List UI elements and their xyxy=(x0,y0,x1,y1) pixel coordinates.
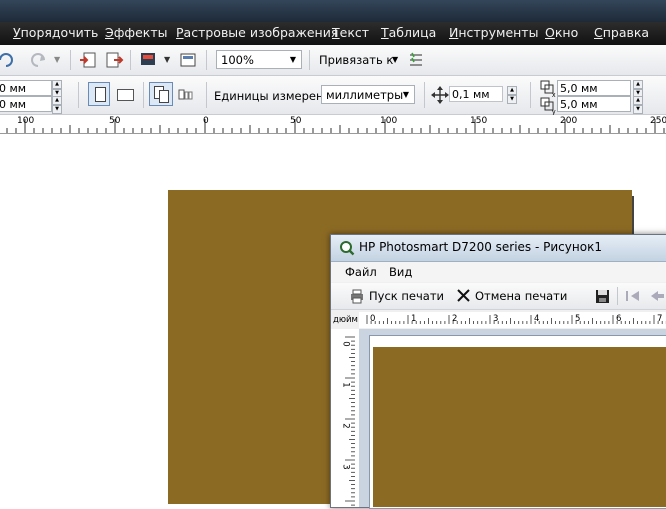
menu-effects[interactable]: Эффекты xyxy=(105,25,168,40)
portrait-orientation-button[interactable] xyxy=(88,82,110,106)
ruler-label: 200 xyxy=(560,116,578,126)
preview-ruler-label: 2 xyxy=(452,314,458,324)
portrait-icon xyxy=(95,87,106,102)
preview-ruler-label: 7 xyxy=(657,314,663,324)
export-icon[interactable] xyxy=(104,50,124,70)
preview-ruler-label: 0 xyxy=(370,314,376,324)
preview-ruler-label: 3 xyxy=(493,314,499,324)
nudge-distance-icon xyxy=(431,86,449,104)
current-page-icon[interactable] xyxy=(177,85,197,105)
separator xyxy=(143,82,144,108)
duplicate-y-icon: y xyxy=(540,97,556,115)
zoom-level-value: 100% xyxy=(221,53,254,67)
object-height-field[interactable]: 0 мм xyxy=(0,96,52,112)
preview-horizontal-ruler: 0 1 2 3 4 5 6 7 xyxy=(359,312,666,328)
preview-menu-view[interactable]: Вид xyxy=(389,265,412,279)
menu-tools[interactable]: Инструменты xyxy=(449,25,538,40)
preview-ruler-label: 4 xyxy=(534,314,540,324)
preview-ruler-label: 6 xyxy=(616,314,622,324)
preview-ruler-label: 1 xyxy=(411,314,417,324)
ruler-label: 100 xyxy=(380,116,398,126)
menu-text[interactable]: Текст xyxy=(332,25,369,40)
preview-ruler-ticks xyxy=(345,336,355,506)
save-icon[interactable] xyxy=(595,289,610,304)
ruler-label: 50 xyxy=(109,116,121,126)
ruler-label: 0 xyxy=(203,116,209,126)
all-pages-button[interactable] xyxy=(149,82,173,106)
page-icon xyxy=(159,90,169,103)
units-select[interactable]: миллиметры ▼ xyxy=(321,85,415,104)
units-value: миллиметры xyxy=(326,88,404,102)
separator xyxy=(309,50,310,70)
separator xyxy=(70,50,71,70)
options-icon[interactable] xyxy=(406,50,426,70)
height-spin-buttons[interactable]: ▲ ▼ xyxy=(52,96,62,114)
property-bar: 0 мм ▲ ▼ 0 мм ▲ ▼ Единицы измерения: милли… xyxy=(0,76,666,115)
nudge-distance-field[interactable]: 0,1 мм xyxy=(449,86,503,102)
undo-icon[interactable] xyxy=(0,50,16,70)
preview-ruler-unit: дюйм xyxy=(333,315,358,325)
standard-toolbar: ▼ ▼ 100% ▼ Привязать к ▼ xyxy=(0,45,666,76)
printer-icon xyxy=(351,289,363,304)
snap-dropdown-icon[interactable]: ▼ xyxy=(392,55,398,64)
preview-window-title: HP Photosmart D7200 series - Рисунок1 xyxy=(359,240,602,254)
preview-ruler-label: 2 xyxy=(340,423,351,429)
close-icon xyxy=(457,289,470,302)
separator xyxy=(130,50,131,70)
preview-vertical-ruler: 0 1 2 3 xyxy=(331,329,359,507)
import-icon[interactable] xyxy=(78,50,98,70)
duplicate-y-spin-buttons[interactable]: ▲ ▼ xyxy=(633,96,643,114)
print-preview-icon xyxy=(340,241,355,256)
menu-bitmaps[interactable]: Растровые изображения xyxy=(176,25,338,40)
window-top-strip xyxy=(0,0,666,22)
preview-ruler-label: 5 xyxy=(575,314,581,324)
separator xyxy=(530,82,531,108)
preview-ruler-label: 0 xyxy=(340,341,351,347)
previous-page-icon[interactable] xyxy=(649,289,665,303)
chevron-down-icon: ▼ xyxy=(402,90,410,99)
preview-menu-bar: Файл Вид xyxy=(331,262,666,282)
width-spin-buttons[interactable]: ▲ ▼ xyxy=(52,80,62,98)
first-page-icon[interactable] xyxy=(625,289,641,303)
object-width-field[interactable]: 0 мм xyxy=(0,80,52,96)
separator xyxy=(78,82,79,108)
menu-window[interactable]: Окно xyxy=(545,25,578,40)
launcher-dropdown-icon[interactable]: ▼ xyxy=(164,55,170,64)
preview-toolbar: Пуск печати Отмена печати xyxy=(331,283,666,310)
preview-ruler-label: 1 xyxy=(340,382,351,388)
start-print-button[interactable]: Пуск печати xyxy=(369,289,444,303)
snap-to-button[interactable]: Привязать к xyxy=(319,53,393,67)
ruler-label: 50 xyxy=(290,116,302,126)
zoom-level-select[interactable]: 100% ▼ xyxy=(216,50,302,69)
menu-arrange[interactable]: Упорядочить xyxy=(13,25,98,40)
preview-title-bar[interactable]: HP Photosmart D7200 series - Рисунок1 xyxy=(331,235,666,262)
application-launcher-icon[interactable] xyxy=(138,50,158,70)
duplicate-x-field[interactable]: 5,0 мм xyxy=(557,80,631,96)
duplicate-x-spin-buttons[interactable]: ▲ ▼ xyxy=(633,80,643,98)
print-preview-window[interactable]: HP Photosmart D7200 series - Рисунок1 Фа… xyxy=(330,234,666,509)
preview-printed-rectangle[interactable] xyxy=(373,347,666,507)
redo-icon[interactable] xyxy=(28,50,48,70)
menu-help[interactable]: Справка xyxy=(594,25,649,40)
menu-bar: Упорядочить Эффекты Растровые изображени… xyxy=(0,22,666,45)
menu-table[interactable]: Таблица xyxy=(381,25,436,40)
separator xyxy=(206,82,207,108)
chevron-down-icon: ▼ xyxy=(289,55,297,64)
separator xyxy=(424,82,425,108)
horizontal-ruler[interactable]: 100 50 0 50 100 150 200 250 xyxy=(0,115,666,134)
ruler-label: 100 xyxy=(17,116,35,126)
cancel-print-button[interactable]: Отмена печати xyxy=(475,289,567,303)
duplicate-y-field[interactable]: 5,0 мм xyxy=(557,96,631,112)
preview-menu-file[interactable]: Файл xyxy=(345,265,377,279)
preview-ruler-label: 3 xyxy=(340,464,351,470)
ruler-label: 150 xyxy=(470,116,488,126)
separator xyxy=(206,50,207,70)
redo-dropdown-icon[interactable]: ▼ xyxy=(54,55,60,64)
separator xyxy=(617,287,618,305)
landscape-orientation-button[interactable] xyxy=(117,89,134,101)
nudge-spin-buttons[interactable]: ▲ ▼ xyxy=(507,86,517,104)
ruler-label: 250 xyxy=(650,116,666,126)
welcome-screen-icon[interactable] xyxy=(178,50,198,70)
